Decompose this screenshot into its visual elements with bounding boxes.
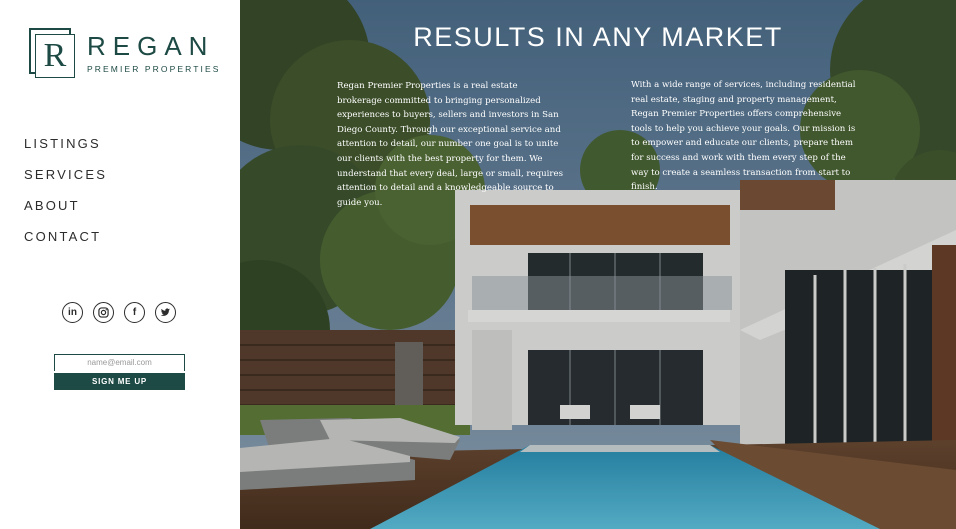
social-links: in f xyxy=(62,302,176,323)
instagram-glyph xyxy=(98,307,109,318)
brand-name: REGAN xyxy=(87,31,215,61)
linkedin-glyph: in xyxy=(68,307,77,318)
nav-item-listings[interactable]: LISTINGS xyxy=(24,136,107,167)
sidebar: R REGAN PREMIER PROPERTIES LISTINGS SERV… xyxy=(0,0,240,529)
brand-logo[interactable]: R REGAN PREMIER PROPERTIES xyxy=(29,28,221,78)
hero-headline: RESULTS IN ANY MARKET xyxy=(413,22,783,52)
brand-tagline: PREMIER PROPERTIES xyxy=(87,64,221,74)
instagram-icon[interactable] xyxy=(93,302,114,323)
newsletter-signup: SIGN ME UP xyxy=(54,352,185,390)
main-nav: LISTINGS SERVICES ABOUT CONTACT xyxy=(24,136,107,260)
email-input[interactable] xyxy=(54,353,185,371)
hero-paragraph-right: With a wide range of services, including… xyxy=(631,80,856,193)
nav-item-services[interactable]: SERVICES xyxy=(24,167,107,198)
nav-item-about[interactable]: ABOUT xyxy=(24,198,107,229)
hero-section: RESULTS IN ANY MARKET Regan Premier Prop… xyxy=(240,0,956,529)
facebook-glyph: f xyxy=(132,307,137,318)
linkedin-icon[interactable]: in xyxy=(62,302,83,323)
sign-me-up-button[interactable]: SIGN ME UP xyxy=(54,372,185,390)
logo-mark-icon: R xyxy=(29,28,75,78)
hero-paragraph-left: Regan Premier Properties is a real estat… xyxy=(337,81,563,208)
facebook-icon[interactable]: f xyxy=(124,302,145,323)
logo-mark-letter: R xyxy=(43,37,67,74)
nav-item-contact[interactable]: CONTACT xyxy=(24,229,107,260)
twitter-glyph xyxy=(160,308,171,316)
twitter-icon[interactable] xyxy=(155,302,176,323)
